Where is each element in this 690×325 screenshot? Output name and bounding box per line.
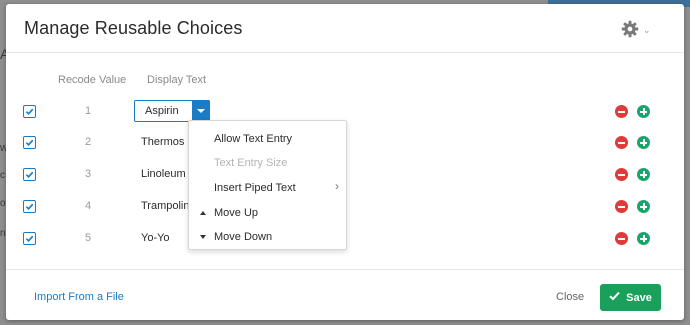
menu-item-label: Text Entry Size xyxy=(214,157,288,169)
display-text-value: Aspirin xyxy=(145,105,179,117)
row-checkbox[interactable] xyxy=(23,105,36,118)
display-text[interactable]: Yo-Yo xyxy=(141,232,170,244)
row-checkbox[interactable] xyxy=(23,200,36,213)
recode-value[interactable]: 2 xyxy=(78,136,98,148)
remove-choice-icon[interactable] xyxy=(615,232,628,245)
menu-item-label: Move Down xyxy=(214,231,273,243)
recode-value[interactable]: 5 xyxy=(78,232,98,244)
menu-item-allow-text-entry[interactable]: Allow Text Entry xyxy=(189,128,346,152)
add-choice-icon[interactable] xyxy=(637,232,650,245)
choice-context-menu: Allow Text Entry Text Entry Size Insert … xyxy=(188,120,347,250)
import-from-file-link[interactable]: Import From a File xyxy=(34,291,124,303)
chevron-right-icon: › xyxy=(335,179,339,193)
choice-options-dropdown-button[interactable] xyxy=(192,100,210,122)
column-header-display: Display Text xyxy=(147,74,207,86)
gear-icon xyxy=(621,20,639,38)
menu-item-text-entry-size: Text Entry Size xyxy=(189,152,346,176)
remove-choice-icon[interactable] xyxy=(615,168,628,181)
column-header-recode: Recode Value xyxy=(58,74,127,86)
settings-menu-button[interactable]: ⌄ xyxy=(621,17,663,41)
menu-item-move-up[interactable]: Move Up xyxy=(189,202,346,226)
menu-item-label: Move Up xyxy=(214,207,259,219)
remove-choice-icon[interactable] xyxy=(615,105,628,118)
save-button-label: Save xyxy=(626,291,652,304)
save-button[interactable]: Save xyxy=(600,284,661,311)
menu-item-label: Insert Piped Text xyxy=(214,182,296,194)
add-choice-icon[interactable] xyxy=(637,168,650,181)
display-text[interactable]: Thermos xyxy=(141,136,184,148)
background-text: c xyxy=(0,170,5,181)
menu-item-label: Allow Text Entry xyxy=(214,133,293,145)
row-checkbox[interactable] xyxy=(23,232,36,245)
checkmark-icon xyxy=(609,291,620,304)
dialog-title: Manage Reusable Choices xyxy=(24,18,243,38)
chevron-down-icon: ⌄ xyxy=(643,24,651,35)
triangle-down-icon xyxy=(200,235,206,239)
menu-item-insert-piped-text[interactable]: Insert Piped Text › xyxy=(189,177,346,201)
add-choice-icon[interactable] xyxy=(637,136,650,149)
close-button[interactable]: Close xyxy=(556,291,584,303)
background-text: n xyxy=(0,228,6,239)
manage-choices-dialog: Manage Reusable Choices ⌄ Recode Value D… xyxy=(6,4,684,320)
remove-choice-icon[interactable] xyxy=(615,136,628,149)
add-choice-icon[interactable] xyxy=(637,105,650,118)
recode-value[interactable]: 1 xyxy=(78,105,98,117)
footer-divider xyxy=(6,269,684,270)
recode-value[interactable]: 4 xyxy=(78,200,98,212)
triangle-up-icon xyxy=(200,211,206,215)
remove-choice-icon[interactable] xyxy=(615,200,628,213)
background-text: o xyxy=(0,198,6,209)
display-text[interactable]: Linoleum xyxy=(141,168,186,180)
add-choice-icon[interactable] xyxy=(637,200,650,213)
row-checkbox[interactable] xyxy=(23,136,36,149)
header-divider xyxy=(6,52,684,53)
display-text-input[interactable]: Aspirin xyxy=(134,100,210,122)
recode-value[interactable]: 3 xyxy=(78,168,98,180)
menu-item-move-down[interactable]: Move Down xyxy=(189,226,346,250)
row-checkbox[interactable] xyxy=(23,168,36,181)
